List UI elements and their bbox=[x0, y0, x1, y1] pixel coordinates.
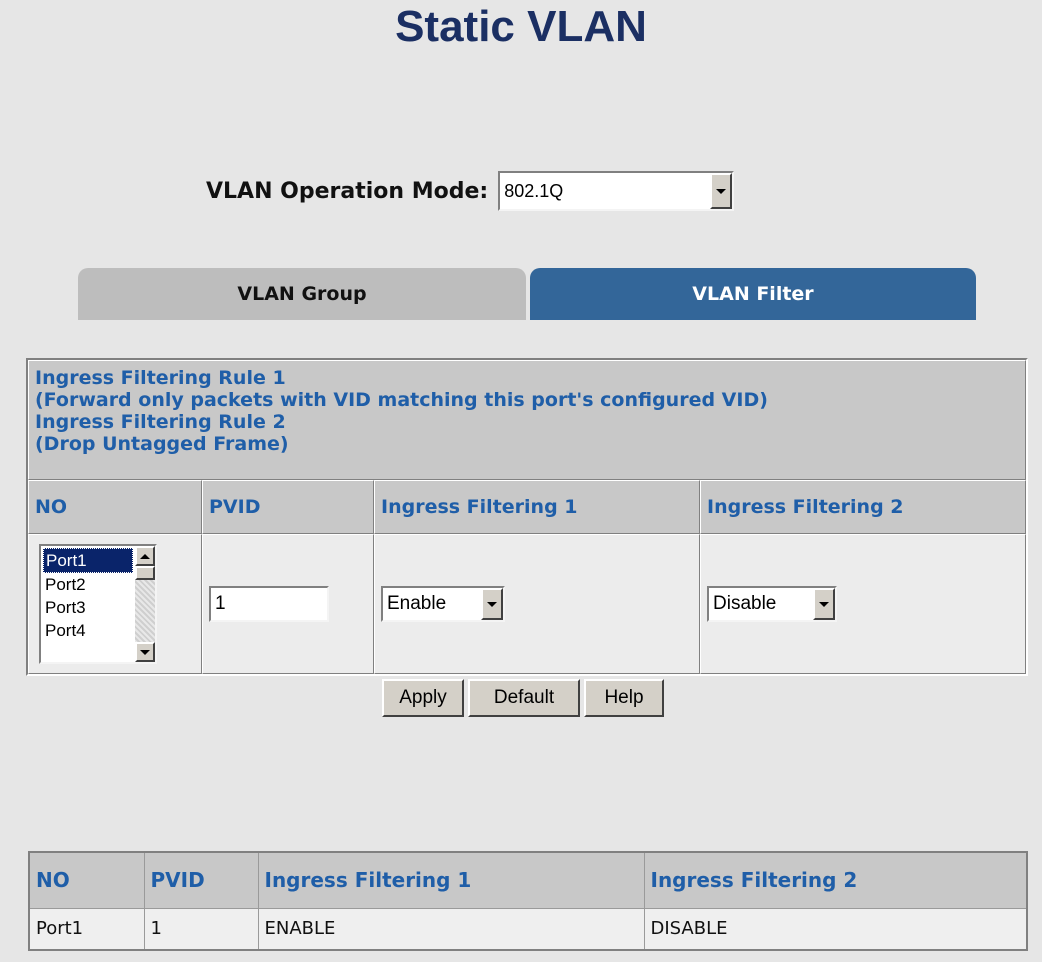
rule2-title: Ingress Filtering Rule 2 bbox=[35, 411, 286, 433]
summary-cell-no: Port1 bbox=[28, 907, 145, 951]
summary-header-no: NO bbox=[28, 851, 145, 909]
page-title: Static VLAN bbox=[395, 2, 647, 51]
ingress1-select[interactable]: Enable bbox=[381, 586, 505, 622]
action-buttons: Apply Default Help bbox=[382, 679, 664, 717]
chevron-down-icon[interactable] bbox=[710, 173, 733, 209]
rule1-description: (Forward only packets with VID matching … bbox=[35, 389, 768, 411]
summary-cell-ingress2: DISABLE bbox=[643, 907, 1028, 951]
ingress2-select[interactable]: Disable bbox=[707, 586, 837, 622]
vlan-mode-label: VLAN Operation Mode: bbox=[206, 178, 489, 204]
port-listbox[interactable]: Port1 Port2 Port3 Port4 bbox=[39, 544, 157, 664]
list-item-port2[interactable]: Port2 bbox=[43, 573, 133, 596]
pvid-cell bbox=[202, 534, 374, 674]
help-button[interactable]: Help bbox=[584, 679, 664, 717]
tab-vlan-filter[interactable]: VLAN Filter bbox=[530, 268, 976, 320]
ingress1-cell: Enable bbox=[374, 534, 700, 674]
col-header-ingress2: Ingress Filtering 2 bbox=[700, 480, 1026, 534]
scroll-thumb[interactable] bbox=[135, 566, 155, 580]
summary-header-pvid: PVID bbox=[143, 851, 259, 909]
ingress2-cell: Disable bbox=[700, 534, 1026, 674]
summary-header-ingress1: Ingress Filtering 1 bbox=[257, 851, 645, 909]
col-header-pvid: PVID bbox=[202, 480, 374, 534]
ingress2-value: Disable bbox=[713, 593, 777, 614]
summary-header-row: NO PVID Ingress Filtering 1 Ingress Filt… bbox=[28, 851, 1028, 909]
port-list-items: Port1 Port2 Port3 Port4 bbox=[41, 546, 135, 662]
port-list-cell: Port1 Port2 Port3 Port4 bbox=[28, 534, 202, 674]
summary-header-ingress2: Ingress Filtering 2 bbox=[643, 851, 1028, 909]
port-list-scrollbar[interactable] bbox=[135, 546, 155, 662]
vlan-mode-select[interactable]: 802.1Q bbox=[498, 171, 735, 211]
rule1-title: Ingress Filtering Rule 1 bbox=[35, 367, 286, 389]
tab-vlan-group[interactable]: VLAN Group bbox=[78, 268, 526, 320]
list-item-port4[interactable]: Port4 bbox=[43, 619, 133, 642]
pvid-input[interactable] bbox=[209, 586, 329, 622]
vlan-mode-row: VLAN Operation Mode: 802.1Q bbox=[206, 170, 735, 212]
ingress1-value: Enable bbox=[387, 593, 447, 614]
summary-table: NO PVID Ingress Filtering 1 Ingress Filt… bbox=[28, 851, 1028, 951]
rule2-description: (Drop Untagged Frame) bbox=[35, 433, 289, 455]
summary-cell-pvid: 1 bbox=[143, 907, 259, 951]
chevron-down-icon[interactable] bbox=[481, 588, 503, 620]
default-button[interactable]: Default bbox=[468, 679, 580, 717]
apply-button[interactable]: Apply bbox=[382, 679, 464, 717]
summary-cell-ingress1: ENABLE bbox=[257, 907, 645, 951]
scroll-down-icon[interactable] bbox=[135, 642, 155, 662]
ingress-rules-description: Ingress Filtering Rule 1 (Forward only p… bbox=[28, 360, 1026, 480]
vlan-mode-value: 802.1Q bbox=[504, 180, 564, 201]
col-header-no: NO bbox=[28, 480, 202, 534]
chevron-down-icon[interactable] bbox=[813, 588, 835, 620]
list-item-port1[interactable]: Port1 bbox=[43, 548, 133, 573]
scroll-track[interactable] bbox=[135, 566, 155, 642]
scroll-up-icon[interactable] bbox=[135, 546, 155, 566]
table-row: Port1 1 ENABLE DISABLE bbox=[28, 907, 1028, 951]
col-header-ingress1: Ingress Filtering 1 bbox=[374, 480, 700, 534]
list-item-port3[interactable]: Port3 bbox=[43, 596, 133, 619]
ingress-config-table: Ingress Filtering Rule 1 (Forward only p… bbox=[26, 358, 1028, 676]
